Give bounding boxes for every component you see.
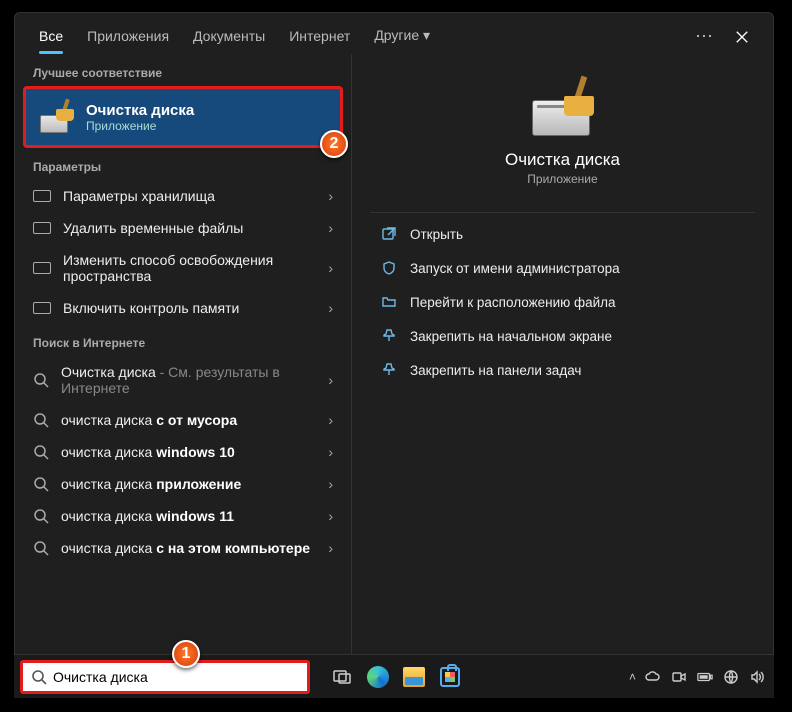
chevron-right-icon: ›: [328, 444, 333, 460]
settings-icon: [33, 302, 51, 314]
action-run-admin[interactable]: Запуск от имени администратора: [352, 251, 773, 285]
file-explorer-icon: [403, 667, 425, 687]
volume-icon[interactable]: [746, 666, 768, 688]
more-options-button[interactable]: ⋯: [687, 20, 721, 54]
search-box[interactable]: [20, 660, 310, 694]
section-web: Поиск в Интернете: [15, 324, 351, 356]
results-column: Лучшее соответствие Очистка диска Прилож…: [15, 54, 351, 658]
search-icon: [33, 372, 49, 388]
annotation-badge-2: 2: [320, 130, 348, 158]
web-result-main[interactable]: Очистка диска - См. результаты в Интерне…: [15, 356, 351, 404]
web-result[interactable]: очистка диска с от мусора›: [15, 404, 351, 436]
web-result[interactable]: очистка диска windows 11›: [15, 500, 351, 532]
tab-all[interactable]: Все: [29, 20, 73, 54]
taskbar: ˄: [14, 654, 774, 698]
battery-icon[interactable]: [694, 666, 716, 688]
store-icon: [440, 667, 460, 687]
chevron-right-icon: ›: [328, 540, 333, 556]
tabs-row: Все Приложения Документы Интернет Другие…: [15, 13, 773, 54]
search-icon: [33, 508, 49, 524]
search-input[interactable]: [53, 669, 299, 685]
tab-more[interactable]: Другие ▾: [364, 19, 440, 54]
meet-now-icon[interactable]: [668, 666, 690, 688]
best-match-item[interactable]: Очистка диска Приложение: [23, 86, 343, 148]
setting-storage[interactable]: Параметры хранилища›: [15, 180, 351, 212]
pin-icon: [380, 327, 398, 345]
best-match-subtitle: Приложение: [86, 119, 194, 133]
tab-internet[interactable]: Интернет: [279, 20, 360, 54]
web-result[interactable]: очистка диска приложение›: [15, 468, 351, 500]
pin-icon: [380, 361, 398, 379]
annotation-badge-1: 1: [172, 640, 200, 668]
web-result[interactable]: очистка диска windows 10›: [15, 436, 351, 468]
system-tray: ˄: [629, 666, 768, 688]
folder-icon: [380, 293, 398, 311]
setting-storage-sense[interactable]: Включить контроль памяти›: [15, 292, 351, 324]
chevron-right-icon: ›: [328, 188, 333, 204]
edge-icon: [367, 666, 389, 688]
language-icon[interactable]: [720, 666, 742, 688]
action-file-location[interactable]: Перейти к расположению файла: [352, 285, 773, 319]
onedrive-icon[interactable]: [642, 666, 664, 688]
preview-subtitle: Приложение: [527, 172, 597, 186]
preview-column: Очистка диска Приложение Открыть Запуск …: [351, 54, 773, 658]
web-result[interactable]: очистка диска с на этом компьютере›: [15, 532, 351, 564]
taskview-button[interactable]: [324, 659, 360, 695]
best-match-title: Очистка диска: [86, 102, 194, 119]
section-best-match: Лучшее соответствие: [15, 54, 351, 86]
tab-documents[interactable]: Документы: [183, 20, 275, 54]
tab-apps[interactable]: Приложения: [77, 20, 179, 54]
chevron-right-icon: ›: [328, 508, 333, 524]
chevron-right-icon: ›: [328, 260, 333, 276]
settings-icon: [33, 262, 51, 274]
shield-icon: [380, 259, 398, 277]
settings-icon: [33, 222, 51, 234]
open-icon: [380, 225, 398, 243]
close-button[interactable]: [725, 20, 759, 54]
preview-title: Очистка диска: [505, 150, 620, 170]
edge-button[interactable]: [360, 659, 396, 695]
chevron-right-icon: ›: [328, 412, 333, 428]
explorer-button[interactable]: [396, 659, 432, 695]
store-button[interactable]: [432, 659, 468, 695]
section-settings: Параметры: [15, 148, 351, 180]
action-open[interactable]: Открыть: [352, 217, 773, 251]
chevron-right-icon: ›: [328, 300, 333, 316]
search-icon: [33, 412, 49, 428]
action-pin-taskbar[interactable]: Закрепить на панели задач: [352, 353, 773, 387]
action-pin-start[interactable]: Закрепить на начальном экране: [352, 319, 773, 353]
search-icon: [33, 476, 49, 492]
chevron-right-icon: ›: [328, 220, 333, 236]
tray-overflow-button[interactable]: ˄: [629, 670, 636, 684]
search-panel: Все Приложения Документы Интернет Другие…: [14, 12, 774, 659]
chevron-right-icon: ›: [328, 476, 333, 492]
disk-cleanup-icon: [38, 99, 74, 135]
divider: [370, 212, 755, 213]
disk-cleanup-icon: [524, 76, 602, 140]
setting-delete-temp[interactable]: Удалить временные файлы›: [15, 212, 351, 244]
chevron-down-icon: ▾: [423, 27, 430, 43]
chevron-right-icon: ›: [328, 372, 333, 388]
settings-icon: [33, 190, 51, 202]
search-icon: [33, 540, 49, 556]
search-icon: [31, 669, 47, 685]
search-icon: [33, 444, 49, 460]
setting-free-space[interactable]: Изменить способ освобождения пространств…: [15, 244, 351, 292]
